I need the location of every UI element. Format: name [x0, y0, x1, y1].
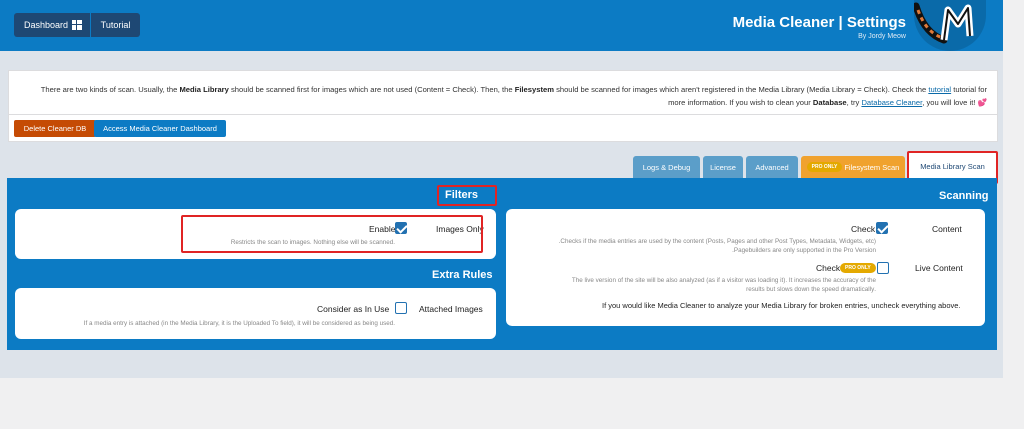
- info-notice: There are two kinds of scan. Usually, th…: [8, 70, 998, 142]
- scanning-title: Scanning: [939, 190, 989, 202]
- content-check-label: Check: [851, 224, 876, 234]
- pro-only-badge: PRO ONLY: [806, 162, 843, 172]
- page-subtitle: By Jordy Meow: [858, 33, 906, 40]
- dashboard-grid-icon: [72, 20, 83, 30]
- pro-only-pill: PRO ONLY: [840, 263, 876, 273]
- broken-entries-note: .If you would like Media Cleaner to anal…: [602, 301, 961, 310]
- content-label: Content: [932, 224, 962, 234]
- tutorial-link[interactable]: tutorial: [928, 85, 951, 94]
- tutorial-button[interactable]: Tutorial: [91, 13, 140, 37]
- page-title: Media Cleaner | Settings: [732, 14, 906, 31]
- consider-in-use-label: Consider as In Use: [317, 304, 390, 314]
- extra-rules-title: Extra Rules: [432, 269, 493, 281]
- tab-logs-debug[interactable]: Logs & Debug: [633, 156, 700, 178]
- access-dashboard-button[interactable]: Access Media Cleaner Dashboard: [94, 120, 226, 137]
- highlight-box-images-only: [181, 215, 483, 253]
- settings-panel: Filters Scanning Enable Images Only .Res…: [7, 178, 997, 350]
- delete-cleaner-db-button[interactable]: Delete Cleaner DB: [14, 120, 96, 137]
- extra-rules-card: Consider as In Use Attached Images .If a…: [15, 288, 496, 339]
- content-checkbox[interactable]: [876, 222, 888, 234]
- notice-text: There are two kinds of scan. Usually, th…: [40, 85, 987, 107]
- tab-filesystem-scan[interactable]: PRO ONLY Filesystem Scan: [801, 156, 905, 178]
- filters-card: Enable Images Only .Restricts the scan t…: [15, 209, 496, 259]
- app-header: Dashboard Tutorial Media Cleaner | Setti…: [0, 0, 1003, 51]
- page-footer-area: [0, 378, 1003, 429]
- highlight-box-filters: [437, 185, 497, 206]
- tab-license[interactable]: License: [703, 156, 743, 178]
- attached-images-label: Attached Images: [419, 304, 483, 314]
- database-cleaner-link[interactable]: Database Cleaner: [861, 98, 922, 107]
- live-content-description: The live version of the site will be als…: [571, 277, 876, 293]
- dashboard-label: Dashboard: [24, 20, 69, 30]
- attached-images-description: .If a media entry is attached (in the Me…: [83, 320, 395, 327]
- tab-filesystem-label: Filesystem Scan: [844, 162, 900, 172]
- live-content-label: Live Content: [915, 263, 963, 273]
- dashboard-button[interactable]: Dashboard: [14, 13, 90, 37]
- notice-actions: Delete Cleaner DB Access Media Cleaner D…: [9, 114, 997, 141]
- live-content-check-label: Check: [816, 263, 841, 273]
- scanning-card: Check Content Checks if the media entrie…: [506, 209, 985, 326]
- meow-logo-icon: [914, 0, 986, 51]
- live-content-checkbox[interactable]: [877, 262, 889, 274]
- tab-advanced[interactable]: Advanced: [746, 156, 798, 178]
- content-description: Checks if the media entries are used by …: [558, 238, 876, 254]
- attached-images-checkbox[interactable]: [395, 302, 407, 314]
